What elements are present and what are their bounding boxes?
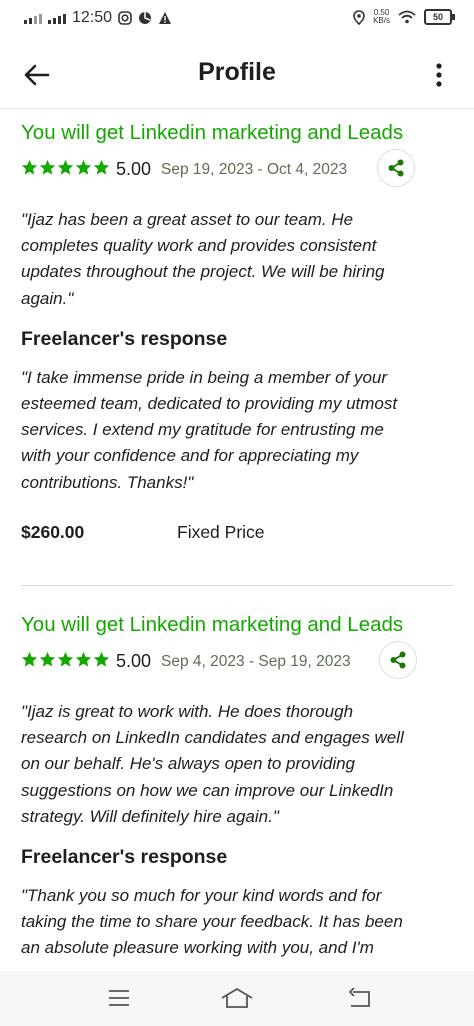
rating-value: 5.00 — [116, 651, 152, 671]
warning-icon — [159, 12, 172, 24]
star-icon — [21, 651, 38, 667]
instagram-icon — [118, 11, 132, 25]
review-quote: "Ijaz has been a great asset to our team… — [21, 210, 385, 308]
star-icon — [93, 651, 110, 667]
star-rating — [21, 159, 110, 176]
battery-icon: 50 — [424, 9, 455, 25]
review-quote: "Ijaz is great to work with. He does tho… — [21, 702, 404, 826]
star-icon — [57, 159, 74, 175]
share-icon — [390, 651, 406, 669]
clock: 12:50 — [72, 9, 113, 26]
response-heading: Freelancer's response — [21, 327, 228, 350]
back-button[interactable] — [344, 985, 374, 1011]
signal-2-icon — [48, 12, 66, 24]
response-text: "Thank you so much for your kind words a… — [21, 886, 403, 958]
date-range: Sep 4, 2023 - Sep 19, 2023 — [161, 653, 351, 670]
rating-value: 5.00 — [116, 159, 152, 179]
app-header: Profile — [0, 44, 474, 106]
share-button[interactable] — [379, 641, 417, 679]
review-title[interactable]: You will get Linkedin marketing and Lead… — [21, 613, 453, 637]
star-icon — [75, 159, 92, 175]
more-options-icon[interactable] — [424, 60, 454, 90]
star-icon — [75, 651, 92, 667]
rating-row: 5.00 Sep 4, 2023 - Sep 19, 2023 — [21, 641, 453, 681]
star-icon — [39, 651, 56, 667]
response-heading: Freelancer's response — [21, 846, 228, 869]
star-icon — [93, 159, 110, 175]
star-icon — [21, 159, 38, 175]
location-icon — [353, 9, 365, 25]
menu-icon — [109, 990, 129, 1006]
page-title: Profile — [198, 58, 276, 86]
share-button[interactable] — [377, 149, 415, 187]
recent-apps-button[interactable] — [104, 985, 134, 1011]
share-icon — [388, 159, 404, 177]
home-icon — [221, 988, 253, 1008]
star-icon — [57, 651, 74, 667]
wifi-icon — [398, 10, 416, 24]
price: $260.00 — [21, 521, 85, 542]
system-nav-bar — [0, 971, 474, 1026]
review-title[interactable]: You will get Linkedin marketing and Lead… — [21, 121, 453, 145]
app-notification-icon — [139, 12, 152, 24]
review-divider — [21, 585, 453, 586]
status-bar: 12:50 0.50 KB/s 50 — [0, 0, 474, 36]
back-nav-icon — [349, 987, 370, 1007]
star-icon — [39, 159, 56, 175]
review-card: You will get Linkedin marketing and Lead… — [21, 613, 453, 962]
network-speed: 0.50 KB/s — [373, 8, 390, 25]
star-rating — [21, 651, 110, 668]
review-card: You will get Linkedin marketing and Lead… — [21, 121, 453, 548]
reviews-list[interactable]: You will get Linkedin marketing and Lead… — [0, 109, 474, 971]
home-button[interactable] — [220, 985, 254, 1011]
response-text: "I take immense pride in being a member … — [21, 367, 398, 492]
signal-1-icon — [24, 12, 42, 24]
price-type: Fixed Price — [177, 521, 265, 542]
date-range: Sep 19, 2023 - Oct 4, 2023 — [161, 161, 348, 178]
rating-row: 5.00 Sep 19, 2023 - Oct 4, 2023 — [21, 149, 453, 189]
price-row: $260.00 Fixed Price — [21, 518, 453, 548]
